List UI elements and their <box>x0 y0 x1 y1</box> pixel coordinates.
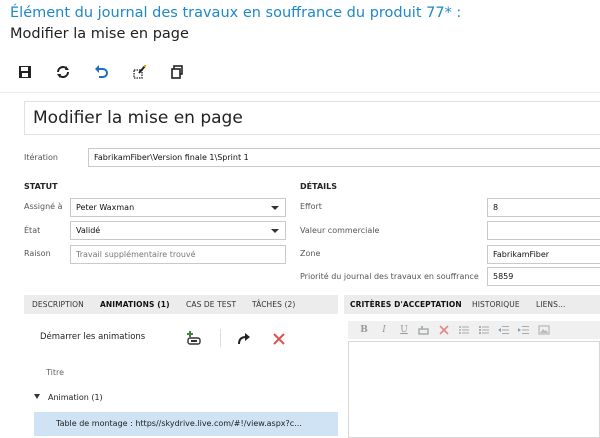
reason-label: Raison <box>24 249 51 258</box>
iteration-label: Itération <box>24 153 58 162</box>
open-animation-button[interactable] <box>236 331 252 350</box>
italic-button[interactable]: I <box>376 323 392 337</box>
left-tab-strip: DESCRIPTION ANIMATIONS (1) CAS DE TEST T… <box>24 295 338 314</box>
highlight-icon <box>418 326 429 335</box>
highlight-button[interactable] <box>416 323 432 337</box>
state-value: Validé <box>76 226 101 235</box>
window-title: Élément du journal des travaux en souffr… <box>10 5 462 21</box>
work-item-title-field[interactable]: Modifier la mise en page <box>24 101 600 135</box>
toolbar-divider <box>0 92 600 93</box>
numbered-list-icon <box>479 326 489 334</box>
delete-animation-button[interactable] <box>272 331 286 350</box>
image-icon <box>538 325 550 335</box>
state-select[interactable]: Validé <box>70 221 286 240</box>
copy-edit-icon <box>133 64 147 79</box>
redo-arrow-icon <box>238 333 250 345</box>
clear-format-icon <box>439 325 449 335</box>
assigned-to-select[interactable]: Peter Waxman <box>70 198 286 217</box>
save-icon <box>19 66 31 78</box>
column-header-title[interactable]: Titre <box>46 368 64 377</box>
main-toolbar <box>14 60 204 84</box>
decrease-indent-button[interactable] <box>496 323 512 337</box>
insert-image-button[interactable] <box>536 323 552 337</box>
tab-tasks[interactable]: TÂCHES (2) <box>252 300 295 309</box>
toolbar-separator <box>220 329 221 347</box>
bullet-list-button[interactable] <box>456 323 472 337</box>
undo-icon <box>95 65 108 78</box>
delete-x-icon <box>273 333 285 345</box>
business-value-label: Valeur commerciale <box>300 226 380 235</box>
tab-links[interactable]: LIENS... <box>536 300 565 309</box>
refresh-icon <box>57 66 69 78</box>
tab-acceptance-criteria[interactable]: CRITÈRES D'ACCEPTATION <box>350 300 462 309</box>
assigned-to-label: Assigné à <box>24 202 63 211</box>
tab-test-cases[interactable]: CAS DE TEST <box>186 300 236 309</box>
new-window-icon <box>171 65 183 79</box>
priority-field[interactable]: 5859 <box>487 267 600 286</box>
chevron-down-icon <box>271 229 279 233</box>
collapse-triangle-icon[interactable] <box>34 394 40 399</box>
outdent-icon <box>498 326 509 334</box>
window-subtitle: Modifier la mise en page <box>10 26 189 42</box>
animation-list-item[interactable]: Table de montage : https//skydrive.live.… <box>34 412 338 436</box>
tab-description[interactable]: DESCRIPTION <box>32 300 84 309</box>
undo-button[interactable] <box>90 61 112 83</box>
effort-label: Effort <box>300 202 322 211</box>
acceptance-criteria-editor[interactable] <box>348 341 600 438</box>
numbered-list-button[interactable] <box>476 323 492 337</box>
underline-button[interactable]: U <box>396 323 412 337</box>
iteration-field[interactable]: FabrikamFiber\Version finale 1\Sprint 1 <box>88 148 600 167</box>
refresh-button[interactable] <box>52 61 74 83</box>
priority-label: Priorité du journal des travaux en souff… <box>300 272 479 281</box>
tab-animations[interactable]: ANIMATIONS (1) <box>100 300 170 309</box>
bullet-list-icon <box>459 326 469 334</box>
animation-group-label: Animation (1) <box>48 393 103 402</box>
details-section-header: DÉTAILS <box>300 182 337 191</box>
add-link-icon <box>187 331 201 345</box>
clear-format-button[interactable] <box>436 323 452 337</box>
effort-field[interactable]: 8 <box>487 198 600 217</box>
copy-edit-button[interactable] <box>128 61 150 83</box>
save-button[interactable] <box>14 61 36 83</box>
chevron-down-icon <box>271 206 279 210</box>
zone-field[interactable]: FabrikamFiber <box>487 245 600 264</box>
increase-indent-button[interactable] <box>516 323 532 337</box>
indent-icon <box>518 326 529 334</box>
add-animation-button[interactable] <box>186 330 204 350</box>
assigned-to-value: Peter Waxman <box>76 203 135 212</box>
new-window-button[interactable] <box>166 61 188 83</box>
bold-button[interactable]: B <box>356 323 372 337</box>
right-tab-strip: CRITÈRES D'ACCEPTATION HISTORIQUE LIENS.… <box>344 295 600 314</box>
state-label: État <box>24 226 41 235</box>
rich-text-toolbar: B I U <box>348 321 600 339</box>
animation-group-row[interactable]: Animation (1) <box>34 393 103 402</box>
zone-label: Zone <box>300 249 321 258</box>
status-section-header: STATUT <box>24 182 58 191</box>
business-value-field[interactable] <box>487 221 600 240</box>
tab-history[interactable]: HISTORIQUE <box>472 300 520 309</box>
start-animations-label: Démarrer les animations <box>40 332 146 342</box>
reason-field[interactable]: Travail supplémentaire trouvé <box>70 245 286 264</box>
